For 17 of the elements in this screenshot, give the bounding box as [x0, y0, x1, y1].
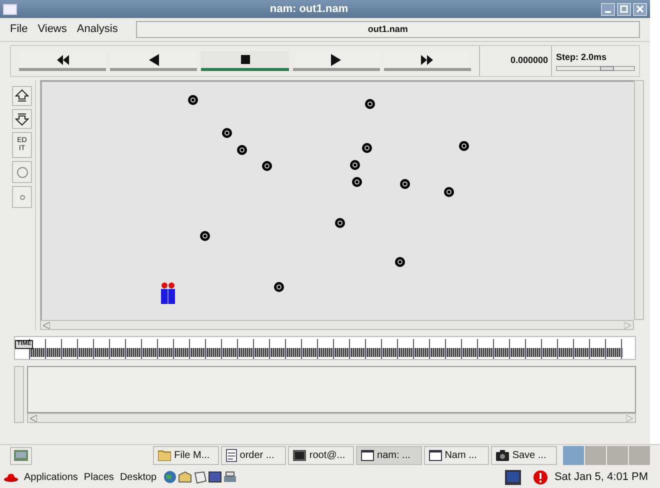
clock[interactable]: Sat Jan 5, 4:01 PM	[554, 468, 648, 486]
panel-menu[interactable]: Places	[84, 470, 114, 484]
time-readout: 0.000000	[479, 46, 551, 76]
taskbar-button[interactable]: Nam ...	[424, 446, 490, 465]
taskbar-button[interactable]: File M...	[153, 446, 219, 465]
menu-item[interactable]: File	[10, 21, 28, 38]
taskbar-button[interactable]: nam: ...	[356, 446, 422, 465]
panel-menu[interactable]: Desktop	[120, 470, 157, 484]
panel-menu[interactable]: Applications	[24, 470, 78, 484]
taskbar-button[interactable]: order ...	[220, 446, 286, 465]
window-title: nam: out1.nam	[268, 2, 350, 17]
step-label: Step: 2.0ms	[556, 50, 608, 64]
file-name-field: out1.nam	[136, 21, 640, 38]
menu-item[interactable]: Analysis	[76, 21, 118, 38]
taskbar-button[interactable]: root@...	[288, 446, 354, 465]
menu-item[interactable]: Views	[38, 21, 67, 38]
taskbar-button[interactable]: Save ...	[491, 446, 557, 465]
